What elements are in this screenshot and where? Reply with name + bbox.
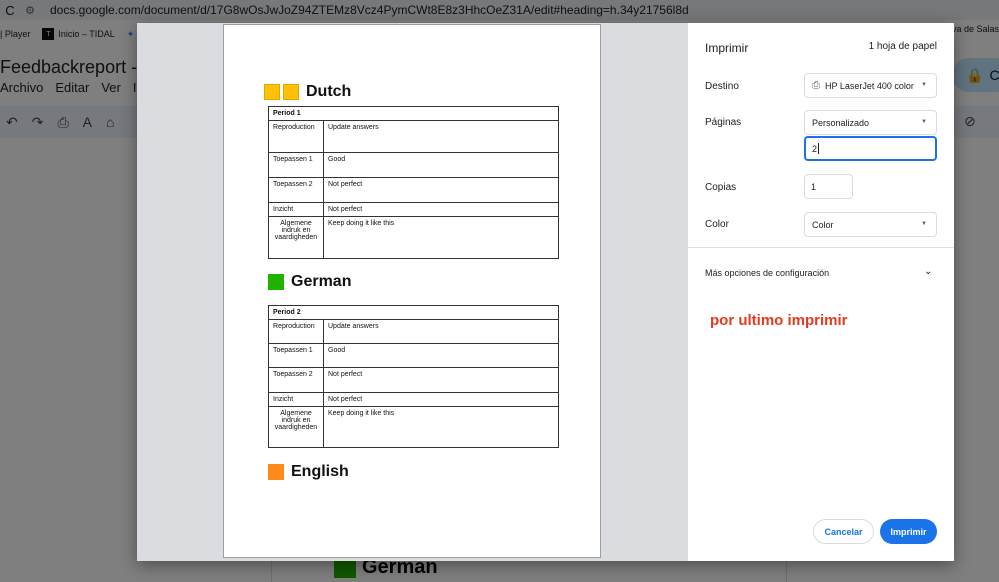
preview-sheet: Dutch Period 1 Reproduction Update answer…	[223, 24, 601, 558]
row-key: Reproduction	[268, 120, 324, 153]
yellow-square-icon	[283, 84, 299, 100]
destination-label: Destino	[705, 81, 739, 92]
pages-input[interactable]: 2	[804, 136, 937, 161]
heading-dutch: Dutch	[264, 83, 351, 101]
row-value: Not perfect	[323, 367, 559, 393]
row-key: Toepassen 1	[268, 343, 324, 368]
cancel-button[interactable]: Cancelar	[813, 519, 874, 544]
row-value: Not perfect	[323, 392, 559, 407]
color-label: Color	[705, 219, 729, 230]
copies-input[interactable]: 1	[804, 174, 853, 199]
print-dialog: Dutch Period 1 Reproduction Update answer…	[137, 23, 954, 561]
row-value: Keep doing it like this	[323, 406, 559, 448]
color-select[interactable]: Color ▼	[804, 212, 937, 237]
row-value: Not perfect	[323, 202, 559, 217]
destination-select[interactable]: ⎙ HP LaserJet 400 color ▼	[804, 73, 937, 98]
dropdown-arrow-icon: ▼	[921, 82, 927, 88]
dropdown-arrow-icon: ▼	[921, 221, 927, 227]
text-cursor	[818, 143, 820, 154]
yellow-square-icon	[264, 84, 280, 100]
row-key: Reproduction	[268, 319, 324, 344]
period-label: Period 1	[268, 106, 559, 121]
grade-table-german: Period 2 Reproduction Update answers Toep…	[268, 305, 559, 448]
dialog-title: Imprimir	[705, 41, 749, 55]
chevron-down-icon[interactable]: ⌄	[924, 266, 932, 277]
grade-table-dutch: Period 1 Reproduction Update answers Toep…	[268, 106, 559, 259]
row-key: Toepassen 2	[268, 367, 324, 393]
heading-english: English	[268, 463, 349, 481]
print-settings: Imprimir 1 hoja de papel Destino ⎙ HP La…	[688, 23, 954, 561]
row-key: Algemene indruk en vaardigheden	[268, 406, 324, 448]
row-value: Update answers	[323, 120, 559, 153]
copies-label: Copias	[705, 182, 737, 193]
print-preview: Dutch Period 1 Reproduction Update answer…	[137, 23, 688, 561]
row-value: Good	[323, 152, 559, 178]
row-key: Toepassen 1	[268, 152, 324, 178]
row-value: Not perfect	[323, 177, 559, 203]
printer-icon: ⎙	[812, 80, 820, 91]
row-key: Inzicht	[268, 392, 324, 407]
pages-label: Páginas	[705, 117, 742, 128]
row-value: Good	[323, 343, 559, 368]
annotation-text: por ultimo imprimir	[710, 312, 848, 329]
row-key: Inzicht	[268, 202, 324, 217]
row-key: Algemene indruk en vaardigheden	[268, 216, 324, 259]
more-settings-toggle[interactable]: Más opciones de configuración	[705, 268, 829, 278]
print-button[interactable]: Imprimir	[880, 519, 937, 544]
dropdown-arrow-icon: ▼	[921, 119, 927, 125]
sheet-count: 1 hoja de papel	[868, 41, 937, 52]
green-square-icon	[268, 274, 284, 290]
heading-german: German	[268, 273, 351, 291]
orange-square-icon	[268, 464, 284, 480]
pages-select[interactable]: Personalizado ▼	[804, 110, 937, 135]
row-value: Update answers	[323, 319, 559, 344]
row-value: Keep doing it like this	[323, 216, 559, 259]
period-label: Period 2	[268, 305, 559, 320]
row-key: Toepassen 2	[268, 177, 324, 203]
divider	[688, 247, 954, 248]
